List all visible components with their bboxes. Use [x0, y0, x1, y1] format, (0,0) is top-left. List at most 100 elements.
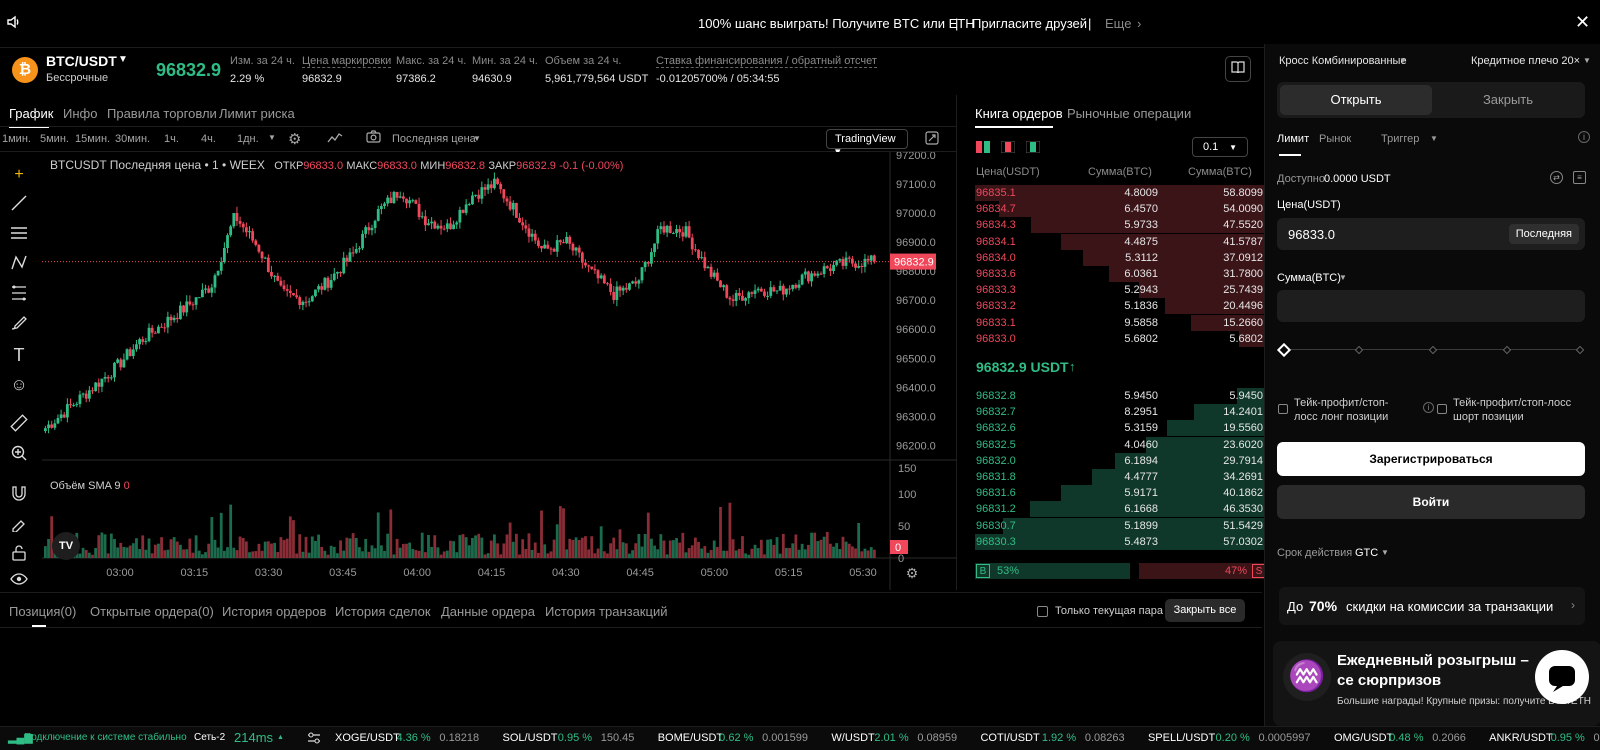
transfer-icon[interactable]: ⇄ [1550, 171, 1563, 184]
interval-30m[interactable]: 30мин. [115, 133, 150, 145]
slider-step[interactable] [1575, 345, 1585, 355]
candlestick-chart[interactable]: 97200.097100.097000.096900.096800.096700… [42, 152, 957, 590]
slider-handle[interactable] [1276, 342, 1292, 358]
zoom-in-icon[interactable] [8, 444, 30, 466]
tab-chart[interactable]: График [9, 106, 53, 121]
order-type-trigger[interactable]: Триггер [1381, 133, 1419, 145]
indicators-icon[interactable] [327, 130, 343, 147]
chevron-down-icon[interactable]: ▼ [1399, 56, 1407, 65]
bid-row[interactable]: 96832.0 6.1894 29.7914 [975, 452, 1267, 469]
ask-row[interactable]: 96834.3 5.9733 47.5520 [975, 217, 1267, 234]
tab-trade-history[interactable]: История сделок [335, 604, 431, 619]
close-button[interactable]: Закрыть [1433, 85, 1583, 115]
chart-settings-icon[interactable]: ⚙ [906, 565, 919, 581]
tab-trading-rules[interactable]: Правила торговли [107, 106, 217, 121]
lock-icon[interactable] [8, 544, 30, 566]
chevron-down-icon[interactable]: ▼ [118, 54, 128, 65]
info-icon[interactable]: i [1578, 131, 1590, 143]
chevron-down-icon[interactable]: ▼ [1430, 134, 1438, 143]
market-pair[interactable]: SPELL/USDT [1148, 732, 1215, 744]
interval-4h[interactable]: 4ч. [201, 133, 216, 145]
tpsl-long-checkbox[interactable] [1278, 404, 1288, 414]
crosshair-icon[interactable]: + [8, 164, 30, 186]
register-button[interactable]: Зарегистрироваться [1277, 442, 1585, 476]
emoji-icon[interactable]: ☺ [8, 374, 30, 396]
ask-row[interactable]: 96834.0 5.3112 37.0912 [975, 249, 1267, 266]
interval-1m[interactable]: 1мин. [2, 133, 31, 145]
only-current-pair-checkbox[interactable] [1037, 606, 1048, 617]
bid-row[interactable]: 96831.6 5.9171 40.1862 [975, 485, 1267, 502]
tab-open-orders[interactable]: Открытые ордера(0) [90, 604, 214, 619]
magnet-icon[interactable] [8, 484, 30, 506]
pattern-icon[interactable] [8, 254, 30, 276]
tab-risk-limit[interactable]: Лимит риска [219, 106, 295, 121]
chevron-down-icon[interactable]: ▼ [1583, 56, 1591, 65]
slider-step[interactable] [1354, 345, 1364, 355]
chevron-down-icon[interactable]: ▼ [1339, 273, 1347, 282]
ask-row[interactable]: 96833.3 5.2943 25.7439 [975, 282, 1267, 299]
amount-label[interactable]: Сумма(BTC) [1277, 272, 1341, 284]
ask-row[interactable]: 96835.1 4.8009 58.8099 [975, 185, 1267, 201]
order-type-limit[interactable]: Лимит [1277, 133, 1309, 145]
market-pair[interactable]: W/USDT [831, 732, 874, 744]
tab-positions[interactable]: Позиция(0) [9, 604, 76, 619]
banner-more[interactable]: Еще [1105, 16, 1131, 31]
bid-row[interactable]: 96832.8 5.9450 5.9450 [975, 388, 1267, 404]
fullscreen-icon[interactable] [925, 131, 939, 148]
market-pair[interactable]: SOL/USDT [503, 732, 558, 744]
settings-sliders-icon[interactable] [307, 731, 321, 748]
ruler-icon[interactable] [8, 414, 30, 436]
chat-support-button[interactable] [1535, 650, 1589, 704]
chevron-down-icon[interactable]: ▼ [473, 134, 481, 143]
amount-slider[interactable] [1276, 342, 1585, 358]
tradingview-button[interactable]: TradingView ▾ [826, 129, 908, 158]
market-pair[interactable]: ANKR/USDT [1489, 732, 1553, 744]
bid-row[interactable]: 96832.6 5.3159 19.5560 [975, 420, 1267, 437]
book-view-bids-icon[interactable] [1025, 140, 1041, 154]
tab-order-history[interactable]: История ордеров [222, 604, 326, 619]
ask-row[interactable]: 96833.0 5.6802 5.6802 [975, 330, 1267, 347]
tpsl-short-checkbox[interactable] [1437, 404, 1447, 414]
margin-mode-select[interactable]: Кросс Комбинированные [1279, 55, 1407, 67]
close-all-button[interactable]: Закрыть все [1165, 599, 1245, 622]
price-input[interactable]: 96833.0 Последняя [1277, 218, 1585, 250]
market-pair[interactable]: OMG/USDT [1334, 732, 1393, 744]
interval-5m[interactable]: 5мин. [40, 133, 69, 145]
interval-1h[interactable]: 1ч. [164, 133, 179, 145]
tab-market-trades[interactable]: Рыночные операции [1067, 106, 1191, 121]
text-icon[interactable]: T [8, 344, 30, 366]
stat-label[interactable]: Цена маркировки [302, 55, 392, 68]
close-icon[interactable]: ✕ [1575, 12, 1590, 33]
market-pair[interactable]: XOGE/USDT [335, 732, 400, 744]
precision-select[interactable]: 0.1 ▼ [1192, 137, 1248, 157]
chevron-down-icon[interactable]: ▼ [1381, 548, 1389, 557]
chevron-down-icon[interactable]: ▼ [268, 133, 276, 142]
login-button[interactable]: Войти [1277, 485, 1585, 519]
camera-icon[interactable] [366, 130, 381, 146]
bid-row[interactable]: 96831.2 6.1668 46.3530 [975, 501, 1267, 518]
stat-label[interactable]: Ставка финансирования / обратный отсчет [656, 55, 877, 68]
ask-row[interactable]: 96833.2 5.1836 20.4496 [975, 298, 1267, 315]
fee-discount-promo[interactable]: До 70% скидки на комиссии за транзакции … [1279, 587, 1585, 625]
eye-icon[interactable] [8, 570, 30, 586]
slider-step[interactable] [1428, 345, 1438, 355]
speaker-icon[interactable] [6, 14, 22, 33]
order-type-market[interactable]: Рынок [1319, 133, 1351, 145]
book-view-asks-icon[interactable] [1000, 140, 1016, 154]
tif-select[interactable]: GTC [1355, 547, 1378, 559]
tab-order-book[interactable]: Книга ордеров [975, 106, 1063, 121]
ask-row[interactable]: 96833.1 9.5858 15.2660 [975, 314, 1267, 331]
trendline-icon[interactable] [8, 194, 30, 216]
brush-icon[interactable] [8, 314, 30, 336]
slider-step[interactable] [1502, 345, 1512, 355]
gear-icon[interactable]: ⚙ [288, 130, 301, 148]
price-type-select[interactable]: Последняя цена [392, 133, 476, 145]
calculator-icon[interactable]: ≡ [1573, 171, 1586, 184]
pair-selector[interactable]: BTC/USDT [46, 53, 117, 69]
book-icon[interactable] [1225, 56, 1251, 82]
bid-row[interactable]: 96832.7 8.2951 14.2401 [975, 404, 1267, 421]
ask-row[interactable]: 96834.7 6.4570 54.0090 [975, 201, 1267, 218]
banner-promo[interactable]: 100% шанс выиграть! Получите BTC или ETH [698, 16, 975, 31]
ask-row[interactable]: 96834.1 4.4875 41.5787 [975, 233, 1267, 250]
price-pane[interactable] [42, 152, 890, 460]
